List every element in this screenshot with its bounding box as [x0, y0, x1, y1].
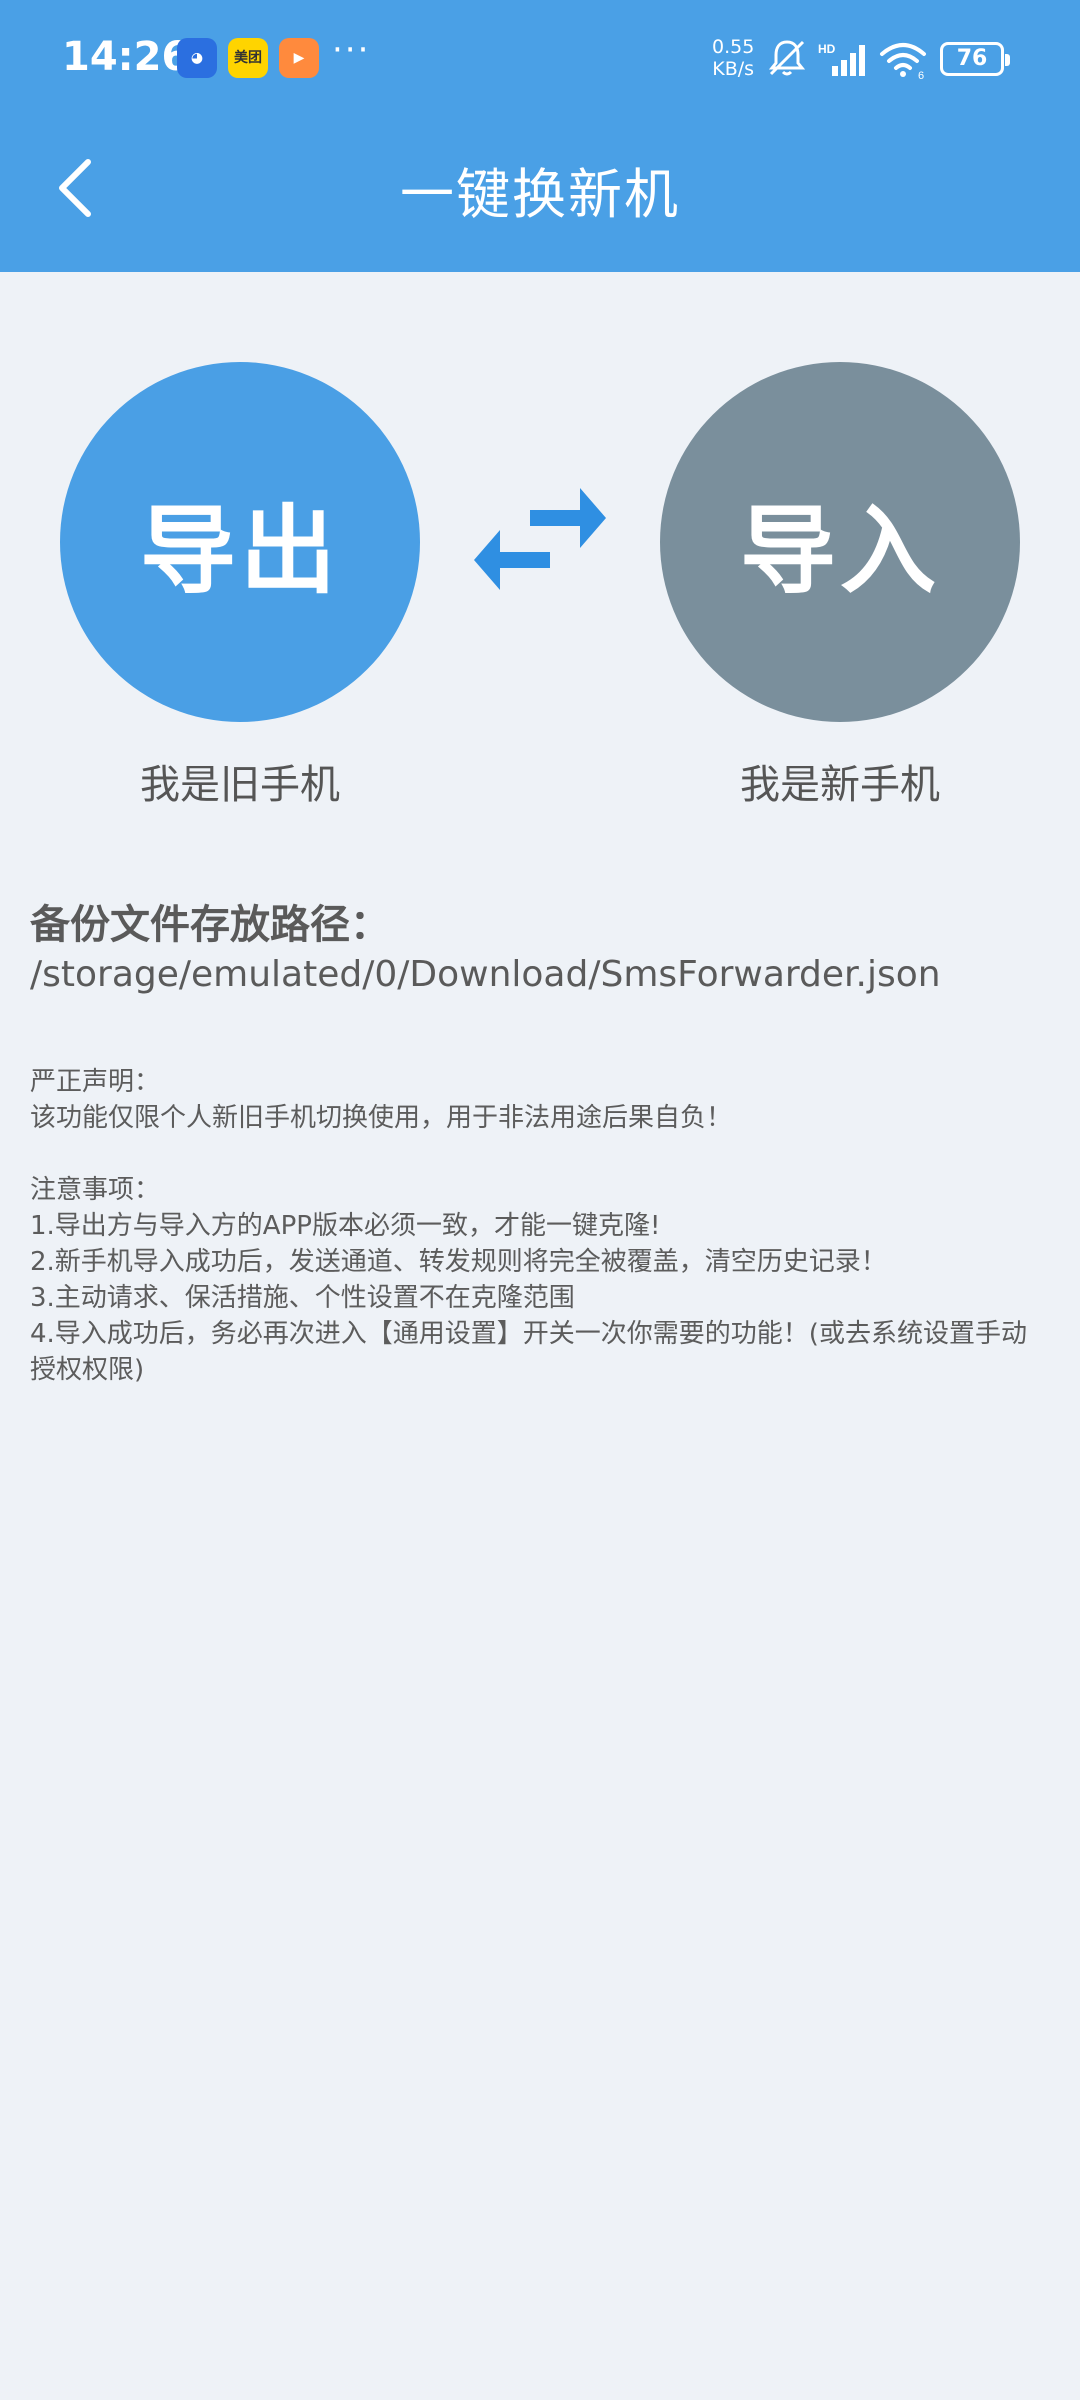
signal-label: HD	[818, 42, 836, 56]
notice-item: 3.主动请求、保活措施、个性设置不在克隆范围	[30, 1283, 575, 1313]
battery-icon: 76	[940, 42, 1010, 76]
export-label: 导出	[140, 494, 340, 607]
more-notifications-icon: ···	[332, 30, 371, 70]
disclaimer-title: 严正声明：	[30, 1067, 161, 1097]
notes-section: 严正声明： 该功能仅限个人新旧手机切换使用，用于非法用途后果自负！ 注意事项： …	[30, 1064, 1050, 1388]
export-button[interactable]: 导出	[60, 362, 420, 722]
status-bar: 14:26 ◕ 美团 ▶ ··· 0.55 KB/s HD 6 76	[0, 0, 1080, 120]
backup-path-label: 备份文件存放路径：	[30, 902, 390, 948]
video-icon: ▶	[279, 38, 319, 78]
backup-path-section: 备份文件存放路径： /storage/emulated/0/Download/S…	[30, 900, 1050, 1000]
meituan-icon: 美团	[228, 38, 268, 78]
app-header: 14:26 ◕ 美团 ▶ ··· 0.55 KB/s HD 6 76 一键换新机	[0, 0, 1080, 272]
net-speed-unit: KB/s	[712, 58, 755, 80]
backup-path-value: /storage/emulated/0/Download/SmsForwarde…	[30, 954, 941, 995]
net-speed: 0.55 KB/s	[712, 36, 754, 80]
import-button[interactable]: 导入	[660, 362, 1020, 722]
notice-title: 注意事项：	[30, 1175, 161, 1205]
notice-item: 2.新手机导入成功后，发送通道、转发规则将完全被覆盖，清空历史记录！	[30, 1247, 887, 1277]
import-label: 导入	[740, 494, 940, 607]
disclaimer-text: 该功能仅限个人新旧手机切换使用，用于非法用途后果自负！	[30, 1103, 733, 1133]
qq-icon: ◕	[177, 38, 217, 78]
bell-muted-icon	[768, 40, 806, 76]
signal-icon: HD	[818, 42, 865, 76]
status-time: 14:26	[62, 34, 190, 80]
wifi-label: 6	[918, 70, 924, 80]
wifi-icon: 6	[880, 43, 926, 80]
notice-item: 1.导出方与导入方的APP版本必须一致，才能一键克隆!	[30, 1211, 661, 1241]
page-title: 一键换新机	[400, 163, 680, 226]
swap-arrows-icon	[474, 488, 606, 590]
notice-item: 4.导入成功后，务必再次进入【通用设置】开关一次你需要的功能！(或去系统设置手动…	[30, 1319, 1027, 1385]
net-speed-value: 0.55	[712, 36, 755, 58]
import-caption: 我是新手机	[740, 762, 940, 808]
export-caption: 我是旧手机	[140, 762, 340, 808]
